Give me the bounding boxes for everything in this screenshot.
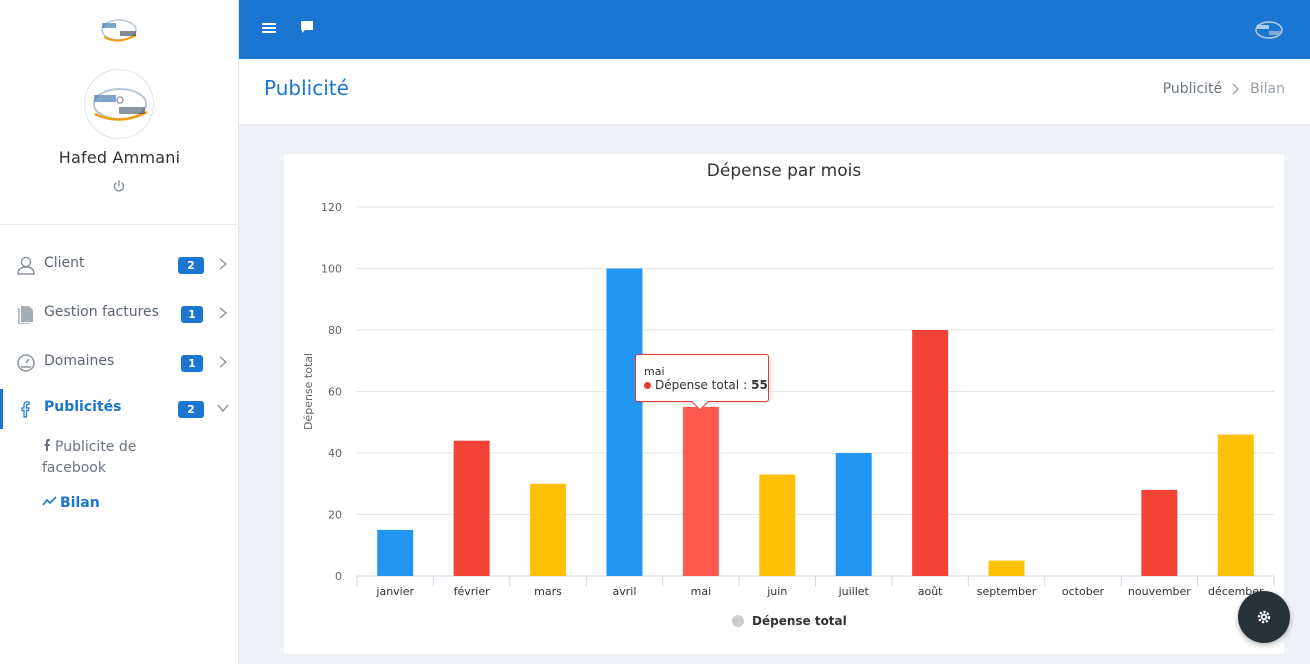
power-icon[interactable] bbox=[111, 178, 127, 194]
count-badge: 1 bbox=[181, 355, 203, 372]
trend-icon bbox=[42, 496, 57, 506]
bar bbox=[377, 529, 414, 576]
y-tick-label: 0 bbox=[335, 570, 342, 583]
sidebar-subitem-label: Publicite de facebook bbox=[42, 439, 137, 476]
sidebar-item-client[interactable]: Client 2 bbox=[0, 245, 239, 285]
sidebar-item-publicites[interactable]: Publicités 2 bbox=[0, 389, 239, 429]
sidebar-subitem-label: Bilan bbox=[60, 495, 100, 511]
x-tick-label: février bbox=[454, 585, 490, 598]
profile-logo-icon[interactable] bbox=[1253, 16, 1285, 44]
sidebar-item-label: Gestion factures bbox=[44, 304, 159, 320]
chart-title: Dépense par mois bbox=[706, 161, 862, 181]
gear-icon bbox=[1257, 610, 1271, 624]
chat-icon[interactable] bbox=[299, 19, 315, 35]
x-tick-label: october bbox=[1062, 585, 1105, 598]
y-tick-label: 20 bbox=[328, 509, 342, 522]
sidebar-subitem-publicite-facebook[interactable]: Publicite de facebook bbox=[42, 437, 162, 479]
x-tick-label: août bbox=[918, 585, 943, 598]
page-title: Publicité bbox=[264, 76, 349, 100]
tooltip-row: Dépense total: 55 bbox=[644, 378, 768, 392]
chart-legend[interactable]: Dépense total bbox=[732, 614, 847, 628]
bar bbox=[835, 453, 872, 576]
bar bbox=[453, 440, 490, 576]
bar bbox=[530, 483, 567, 576]
facebook-icon bbox=[44, 439, 50, 451]
bar bbox=[912, 330, 949, 576]
sidebar-item-domaines[interactable]: Domaines 1 bbox=[0, 343, 239, 383]
topbar bbox=[239, 0, 1310, 59]
chevron-right-icon bbox=[219, 258, 228, 270]
user-name: Hafed Ammani bbox=[58, 148, 181, 167]
page-header: Publicité Publicité Bilan bbox=[239, 59, 1310, 124]
settings-button[interactable] bbox=[1238, 591, 1290, 643]
menu-icon[interactable] bbox=[261, 20, 277, 36]
user-icon bbox=[17, 256, 35, 275]
bar bbox=[682, 406, 719, 576]
breadcrumb-item-current: Bilan bbox=[1250, 81, 1285, 97]
y-tick-label: 60 bbox=[328, 386, 342, 399]
chevron-right-icon bbox=[1232, 83, 1240, 95]
bar bbox=[759, 474, 796, 576]
chevron-right-icon bbox=[219, 307, 228, 319]
tooltip-category: mai bbox=[644, 365, 665, 378]
bar bbox=[988, 560, 1025, 576]
y-axis-label: Dépense total bbox=[302, 353, 315, 430]
chevron-right-icon bbox=[219, 356, 228, 368]
count-badge: 2 bbox=[178, 401, 204, 418]
sidebar-divider bbox=[0, 224, 239, 225]
tooltip-marker bbox=[644, 381, 651, 389]
sidebar-subitem-bilan[interactable]: Bilan bbox=[42, 493, 100, 514]
hypermedia-logo-avatar bbox=[93, 88, 148, 121]
sidebar-item-label: Domaines bbox=[44, 353, 115, 369]
file-icon bbox=[18, 306, 33, 324]
chart-tooltip: mai Dépense total: 55 bbox=[635, 354, 769, 411]
y-tick-label: 100 bbox=[321, 263, 342, 276]
bar bbox=[1217, 434, 1254, 576]
x-tick-label: mai bbox=[691, 585, 712, 598]
tooltip-series: Dépense total bbox=[655, 378, 740, 392]
y-tick-label: 40 bbox=[328, 447, 342, 460]
legend-marker bbox=[732, 615, 744, 627]
sidebar-item-label: Publicités bbox=[44, 399, 122, 415]
x-tick-label: september bbox=[977, 585, 1037, 598]
x-tick-label: janvier bbox=[375, 585, 414, 598]
sidebar-item-label: Client bbox=[44, 255, 85, 271]
bar-chart: 0 20 40 60 80 100 120 Dépense total janvier févri… bbox=[302, 201, 1275, 598]
legend-label: Dépense total bbox=[752, 614, 847, 628]
y-tick-label: 80 bbox=[328, 324, 342, 337]
x-tick-label: nouvember bbox=[1128, 585, 1191, 598]
sidebar-item-gestion-factures[interactable]: Gestion factures 1 bbox=[0, 294, 239, 334]
tooltip-value: 55 bbox=[751, 378, 768, 392]
dashboard-icon bbox=[17, 354, 35, 372]
x-tick-label: avril bbox=[613, 585, 637, 598]
breadcrumb: Publicité Bilan bbox=[1163, 81, 1285, 97]
bar bbox=[1141, 489, 1178, 576]
bar bbox=[606, 268, 643, 576]
x-tick-label: juillet bbox=[838, 585, 870, 598]
chart-card: Dépense par mois 0 20 40 60 80 100 120 Dépense … bbox=[284, 154, 1284, 654]
y-tick-label: 120 bbox=[321, 201, 342, 214]
breadcrumb-item[interactable]: Publicité bbox=[1163, 81, 1222, 97]
count-badge: 2 bbox=[178, 257, 204, 274]
x-tick-label: juin bbox=[766, 585, 787, 598]
avatar[interactable] bbox=[84, 69, 154, 139]
x-tick-label: mars bbox=[534, 585, 562, 598]
hypermedia-logo[interactable] bbox=[98, 15, 140, 45]
sidebar: Hafed Ammani Client 2 Gestion factures 1… bbox=[0, 0, 239, 664]
count-badge: 1 bbox=[181, 306, 203, 323]
facebook-icon bbox=[21, 401, 30, 418]
chevron-down-icon bbox=[217, 404, 229, 413]
